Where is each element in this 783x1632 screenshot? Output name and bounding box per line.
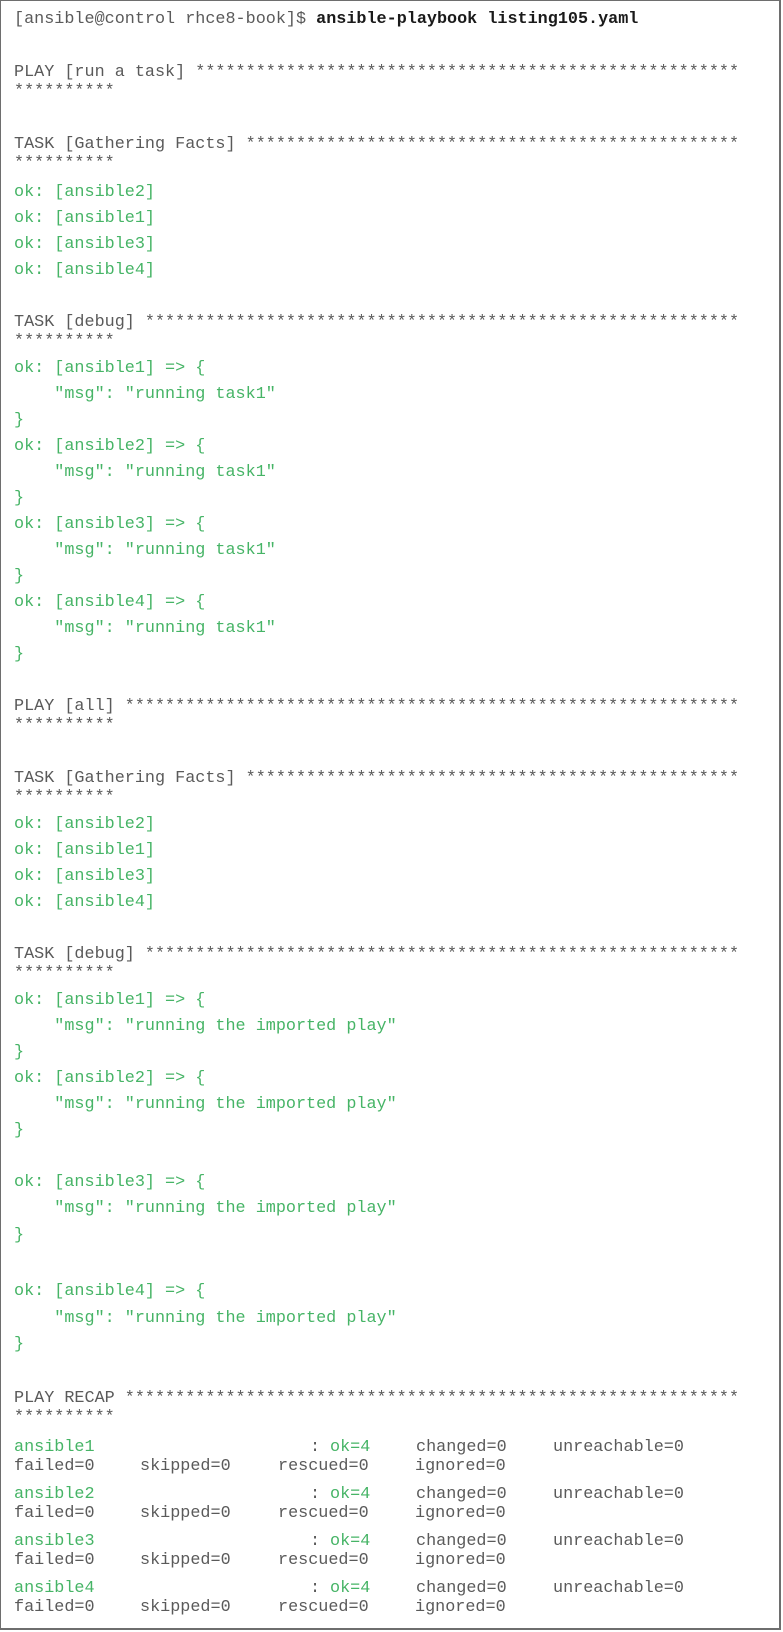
recap-row: ansible4: ok=4 changed=0 unreachable=0 bbox=[14, 1579, 774, 1599]
output-line: } bbox=[14, 567, 25, 586]
recap-skipped: skipped=0 bbox=[140, 1504, 231, 1523]
recap-host: ansible3 bbox=[14, 1532, 95, 1551]
header-star-wrap: ********** bbox=[14, 1408, 115, 1427]
recap-host: ansible1 bbox=[14, 1438, 95, 1457]
command-line: [ansible@control rhce8-book]$ ansible-pl… bbox=[14, 10, 638, 30]
recap-row-continued: failed=0 skipped=0 rescued=0 ignored=0 bbox=[14, 1457, 774, 1477]
recap-failed: failed=0 bbox=[14, 1504, 95, 1523]
recap-row-continued: failed=0 skipped=0 rescued=0 ignored=0 bbox=[14, 1551, 774, 1571]
output-line: ok: [ansible4] => { bbox=[14, 1282, 206, 1301]
output-line: } bbox=[14, 411, 25, 430]
output-line: ok: [ansible4] bbox=[14, 893, 155, 912]
header-star-wrap: ********** bbox=[14, 154, 115, 173]
header-star-wrap: ********** bbox=[14, 788, 115, 807]
section-header: TASK [Gathering Facts] *****************… bbox=[14, 135, 740, 154]
output-line: ok: [ansible4] => { bbox=[14, 593, 206, 612]
output-line: } bbox=[14, 1043, 25, 1062]
output-line: ok: [ansible3] bbox=[14, 867, 155, 886]
output-line: ok: [ansible2] bbox=[14, 815, 155, 834]
recap-ignored: ignored=0 bbox=[415, 1598, 506, 1617]
output-line: "msg": "running the imported play" bbox=[14, 1199, 397, 1218]
output-line: ok: [ansible1] => { bbox=[14, 991, 206, 1010]
section-header: TASK [debug] ***************************… bbox=[14, 313, 740, 332]
recap-rescued: rescued=0 bbox=[278, 1504, 369, 1523]
recap-row: ansible2: ok=4 changed=0 unreachable=0 bbox=[14, 1485, 774, 1505]
section-header: PLAY [run a task] **********************… bbox=[14, 63, 740, 82]
recap-sep: : bbox=[310, 1532, 321, 1551]
recap-row: ansible3: ok=4 changed=0 unreachable=0 bbox=[14, 1532, 774, 1552]
output-line: } bbox=[14, 645, 25, 664]
output-line: ok: [ansible3] => { bbox=[14, 1173, 206, 1192]
recap-rescued: rescued=0 bbox=[278, 1551, 369, 1570]
recap-row-continued: failed=0 skipped=0 rescued=0 ignored=0 bbox=[14, 1598, 774, 1618]
recap-ok: ok=4 bbox=[330, 1579, 371, 1598]
recap-changed: changed=0 bbox=[416, 1485, 507, 1504]
output-line: "msg": "running task1" bbox=[14, 541, 276, 560]
output-line: ok: [ansible1] bbox=[14, 209, 155, 228]
shell-prompt: [ansible@control rhce8-book]$ bbox=[14, 10, 317, 29]
header-star-wrap: ********** bbox=[14, 82, 115, 101]
recap-ok: ok=4 bbox=[330, 1532, 371, 1551]
recap-sep: : bbox=[310, 1579, 321, 1598]
recap-ok: ok=4 bbox=[330, 1485, 371, 1504]
recap-sep: : bbox=[310, 1438, 321, 1457]
recap-ok: ok=4 bbox=[330, 1438, 371, 1457]
recap-changed: changed=0 bbox=[416, 1532, 507, 1551]
recap-changed: changed=0 bbox=[416, 1579, 507, 1598]
recap-unreachable: unreachable=0 bbox=[553, 1579, 684, 1598]
recap-unreachable: unreachable=0 bbox=[553, 1438, 684, 1457]
output-line: ok: [ansible4] bbox=[14, 261, 155, 280]
recap-skipped: skipped=0 bbox=[140, 1457, 231, 1476]
recap-changed: changed=0 bbox=[416, 1438, 507, 1457]
recap-unreachable: unreachable=0 bbox=[553, 1532, 684, 1551]
section-header: TASK [Gathering Facts] *****************… bbox=[14, 769, 740, 788]
output-line: ok: [ansible2] bbox=[14, 183, 155, 202]
recap-failed: failed=0 bbox=[14, 1457, 95, 1476]
recap-skipped: skipped=0 bbox=[140, 1551, 231, 1570]
header-star-wrap: ********** bbox=[14, 716, 115, 735]
section-header: TASK [debug] ***************************… bbox=[14, 945, 740, 964]
output-line: ok: [ansible3] => { bbox=[14, 515, 206, 534]
header-star-wrap: ********** bbox=[14, 964, 115, 983]
output-line: ok: [ansible1] => { bbox=[14, 359, 206, 378]
recap-row: ansible1: ok=4 changed=0 unreachable=0 bbox=[14, 1438, 774, 1458]
recap-host: ansible2 bbox=[14, 1485, 95, 1504]
header-star-wrap: ********** bbox=[14, 332, 115, 351]
recap-row-continued: failed=0 skipped=0 rescued=0 ignored=0 bbox=[14, 1504, 774, 1524]
output-line: ok: [ansible1] bbox=[14, 841, 155, 860]
output-line: "msg": "running the imported play" bbox=[14, 1095, 397, 1114]
output-line: } bbox=[14, 489, 25, 508]
recap-unreachable: unreachable=0 bbox=[553, 1485, 684, 1504]
recap-ignored: ignored=0 bbox=[415, 1504, 506, 1523]
output-line: "msg": "running the imported play" bbox=[14, 1017, 397, 1036]
output-line: } bbox=[14, 1226, 25, 1245]
output-line: ok: [ansible2] => { bbox=[14, 437, 206, 456]
recap-rescued: rescued=0 bbox=[278, 1457, 369, 1476]
recap-rescued: rescued=0 bbox=[278, 1598, 369, 1617]
recap-sep: : bbox=[310, 1485, 321, 1504]
output-line: "msg": "running task1" bbox=[14, 385, 276, 404]
output-line: "msg": "running the imported play" bbox=[14, 1309, 397, 1328]
section-header: PLAY [all] *****************************… bbox=[14, 697, 740, 716]
output-line: ok: [ansible2] => { bbox=[14, 1069, 206, 1088]
recap-failed: failed=0 bbox=[14, 1598, 95, 1617]
section-header: PLAY RECAP *****************************… bbox=[14, 1389, 740, 1408]
recap-ignored: ignored=0 bbox=[415, 1457, 506, 1476]
output-line: "msg": "running task1" bbox=[14, 619, 276, 638]
recap-host: ansible4 bbox=[14, 1579, 95, 1598]
command-text: ansible-playbook listing105.yaml bbox=[316, 10, 639, 29]
output-line: } bbox=[14, 1335, 25, 1354]
output-line: ok: [ansible3] bbox=[14, 235, 155, 254]
output-line: "msg": "running task1" bbox=[14, 463, 276, 482]
recap-skipped: skipped=0 bbox=[140, 1598, 231, 1617]
terminal-output: [ansible@control rhce8-book]$ ansible-pl… bbox=[0, 0, 783, 1632]
output-line: } bbox=[14, 1121, 25, 1140]
recap-ignored: ignored=0 bbox=[415, 1551, 506, 1570]
recap-failed: failed=0 bbox=[14, 1551, 95, 1570]
